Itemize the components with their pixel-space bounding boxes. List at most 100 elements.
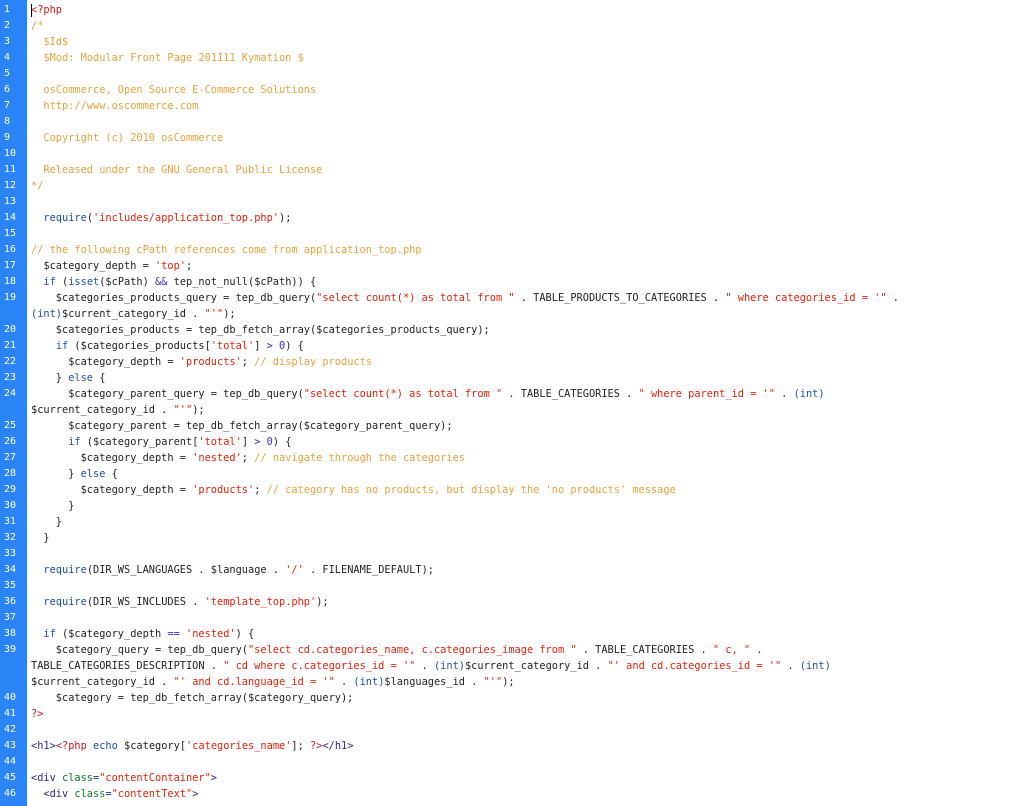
code-token: . [415,660,434,672]
code-line[interactable]: 29 $category_depth = 'products'; // cate… [0,482,1017,498]
code-text: require(DIR_WS_LANGUAGES . $language . '… [31,562,1017,578]
code-line[interactable]: 41 ?> [0,706,1017,722]
code-token: > 0 [266,340,286,352]
code-line[interactable]: 46 <div class="contentText"> [0,786,1017,802]
code-line[interactable]: 21 if ($categories_products['total'] > 0… [0,338,1017,354]
code-token: ] [254,340,267,352]
code-line[interactable]: 18 if (isset($cPath) && tep_not_null($cP… [0,274,1017,290]
line-number: 1 [4,4,11,15]
code-token: $category_query = tep_db_query( [31,644,248,656]
code-line[interactable]: 31 } [0,514,1017,530]
code-line[interactable]: 38 if ($category_depth == 'nested') { [0,626,1017,642]
code-line[interactable]: 2 /* [0,18,1017,34]
code-token: } [31,532,50,544]
code-line[interactable]: 20 $categories_products = tep_db_fetch_a… [0,322,1017,338]
code-text: Copyright (c) 2010 osCommerce [31,130,1017,146]
code-line[interactable]: 39 $category_query = tep_db_query("selec… [0,642,1017,690]
code-text: } else { [31,466,1017,482]
code-token: ) { [235,628,255,640]
code-line[interactable]: 19 $categories_products_query = tep_db_q… [0,290,1017,322]
code-line[interactable]: 24 $category_parent_query = tep_db_query… [0,386,1017,418]
code-line[interactable]: 27 $category_depth = 'nested'; // naviga… [0,450,1017,466]
code-line[interactable]: 32 } [0,530,1017,546]
code-token: // navigate through the categories [254,452,465,464]
code-line[interactable]: 6 osCommerce, Open Source E-Commerce Sol… [0,82,1017,98]
line-number: 28 [4,468,17,479]
code-editor[interactable]: 1 <?php 2/* 3 $Id$ 4 $Mod: Modular Front Pag… [0,0,1017,806]
code-token: . [781,660,800,672]
line-number: 36 [4,596,17,607]
code-line[interactable]: 25 $category_parent = tep_db_fetch_array… [0,418,1017,434]
line-number-cell: 33 [0,546,27,562]
code-line[interactable]: 36 require(DIR_WS_INCLUDES . 'template_t… [0,594,1017,610]
code-token: require [43,596,87,608]
code-line[interactable]: 22 $category_depth = 'products'; // disp… [0,354,1017,370]
code-token: ); [279,212,292,224]
code-token: 'top' [155,260,186,272]
code-area[interactable]: 1 <?php 2/* 3 $Id$ 4 $Mod: Modular Front Pag… [0,2,1017,802]
code-line[interactable]: 30 } [0,498,1017,514]
code-line[interactable]: 33 [0,546,1017,562]
line-number-cell: 30 [0,498,27,514]
code-line[interactable]: 14 require('includes/application_top.php… [0,210,1017,226]
code-line[interactable]: 15 [0,226,1017,242]
code-line[interactable]: 44 [0,754,1017,770]
code-line[interactable]: 9 Copyright (c) 2010 osCommerce [0,130,1017,146]
code-text: $category_query = tep_db_query("select c… [31,642,1017,658]
code-line[interactable]: 26 if ($category_parent['total'] > 0) { [0,434,1017,450]
code-text: $category_depth = 'nested'; // navigate … [31,450,1017,466]
code-line[interactable]: 35 [0,578,1017,594]
code-text: if ($category_parent['total'] > 0) { [31,434,1017,450]
code-line[interactable]: 5 [0,66,1017,82]
code-line[interactable]: 3 $Id$ [0,34,1017,50]
code-line[interactable]: 42 [0,722,1017,738]
code-line[interactable]: 43 <h1><?php echo $category['categories_n… [0,738,1017,754]
code-token: $current_category_id . [31,404,174,416]
code-line[interactable]: 40 $category = tep_db_fetch_array($categ… [0,690,1017,706]
code-line[interactable]: 37 [0,610,1017,626]
code-token: else [80,468,106,480]
code-token: "contentContainer" [99,772,211,784]
code-line[interactable]: 34 require(DIR_WS_LANGUAGES . $language … [0,562,1017,578]
code-text-wrapped: $current_category_id . "'"); [31,402,1017,418]
code-line[interactable]: 8 [0,114,1017,130]
code-line[interactable]: 45 <div class="contentContainer"> [0,770,1017,786]
text-cursor [31,4,32,17]
line-number: 20 [4,324,17,335]
code-line[interactable]: 4 $Mod: Modular Front Page 201111 Kymati… [0,50,1017,66]
code-token: } [31,468,81,480]
line-number-cell: 31 [0,514,27,530]
line-number: 6 [4,84,11,95]
code-line[interactable]: 23 } else { [0,370,1017,386]
code-line[interactable]: 1 <?php [0,2,1017,18]
code-token: ; [186,260,193,272]
code-token: "select cd.categories_name, c.categories… [247,644,577,656]
code-token: 'nested' [186,628,236,640]
line-number: 18 [4,276,17,287]
line-number-cell: 12 [0,178,27,194]
code-token: require [43,564,87,576]
line-number-cell: 37 [0,610,27,626]
code-line[interactable]: 28 } else { [0,466,1017,482]
line-number: 45 [4,772,17,783]
code-line[interactable]: 7 http://www.oscommerce.com [0,98,1017,114]
line-number-cell: 23 [0,370,27,386]
code-line[interactable]: 17 $category_depth = 'top'; [0,258,1017,274]
code-token: " where categories_id = '" [725,292,887,304]
line-number-cell: 3 [0,34,27,50]
code-text: if ($categories_products['total'] > 0) { [31,338,1017,354]
line-number-cell: 40 [0,690,27,706]
code-line[interactable]: 10 [0,146,1017,162]
code-line[interactable]: 16 // the following cPath references come… [0,242,1017,258]
code-token: class [62,772,93,784]
line-number-cell: 7 [0,98,27,114]
code-token: "contentText" [111,788,193,800]
code-token: 'products' [192,484,255,496]
code-line[interactable]: 11 Released under the GNU General Public… [0,162,1017,178]
line-number-cell: 35 [0,578,27,594]
line-number: 37 [4,612,17,623]
code-line[interactable]: 12 */ [0,178,1017,194]
code-line[interactable]: 13 [0,194,1017,210]
code-token: $category_parent_query = tep_db_query( [31,388,304,400]
